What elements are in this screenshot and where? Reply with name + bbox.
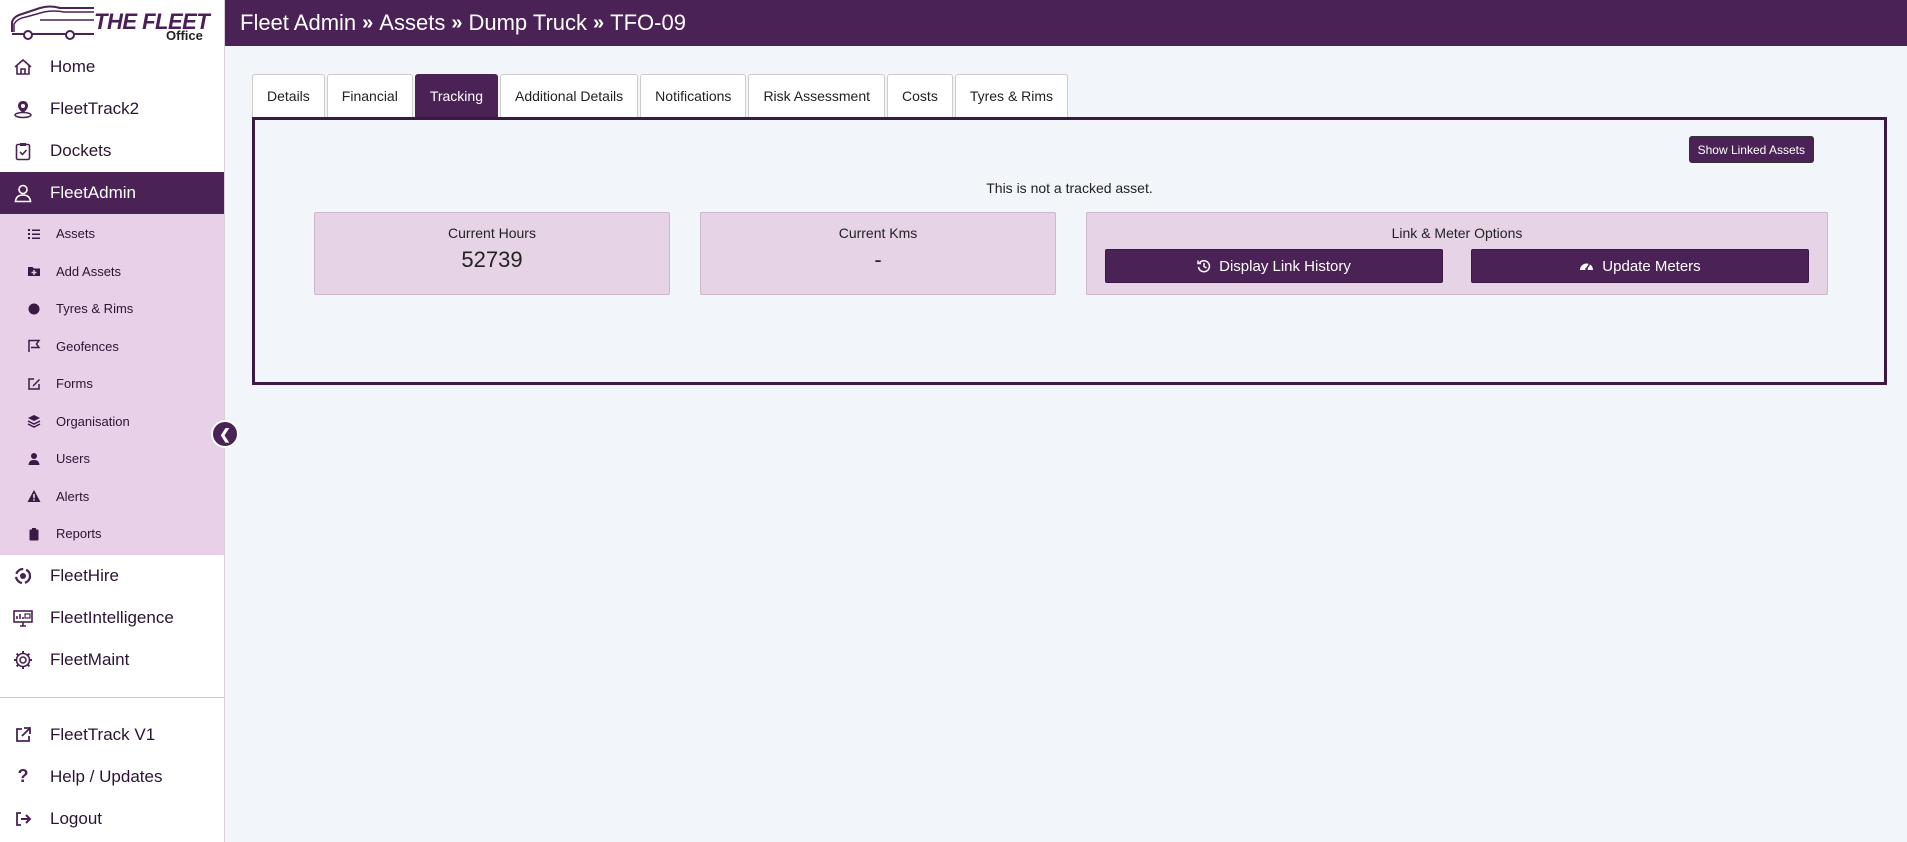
logo[interactable]: THE FLEET Office [0, 0, 224, 46]
sidebar-item-fleetintelligence[interactable]: FleetIntelligence [0, 597, 224, 639]
asset-tabs: Details Financial Tracking Additional De… [252, 74, 1070, 117]
breadcrumb-item[interactable]: Assets [379, 10, 445, 36]
breadcrumb-separator-icon: » [451, 11, 463, 34]
sidebar-item-label: Home [50, 57, 96, 76]
sidebar: THE FLEET Office Home FleetTrack2 Docket… [0, 0, 225, 842]
breadcrumb: Fleet Admin » Assets » Dump Truck » TFO-… [225, 0, 1907, 46]
question-icon: ? [17, 766, 29, 786]
sidebar-item-label: FleetMaint [50, 649, 130, 669]
history-icon [1197, 259, 1211, 273]
truck-logo-icon [11, 5, 94, 40]
warning-icon [27, 489, 41, 503]
breadcrumb-separator-icon: » [593, 11, 605, 34]
update-meters-label: Update Meters [1602, 257, 1701, 275]
current-kms-value: - [874, 247, 882, 272]
sidebar-scroll-cutoff [0, 681, 224, 695]
chevron-left-icon: ❮ [219, 425, 231, 442]
current-hours-card: Current Hours 52739 [314, 212, 670, 295]
current-hours-value: 52739 [461, 247, 523, 272]
breadcrumb-current: TFO-09 [610, 10, 686, 35]
monitor-chart-icon [12, 607, 34, 629]
submenu-item-label: Geofences [56, 338, 119, 354]
map-pin-icon [12, 98, 34, 120]
tab-additional-details[interactable]: Additional Details [500, 74, 639, 117]
tracking-panel: Show Linked Assets This is not a tracked… [252, 117, 1887, 385]
clipboard-icon [27, 527, 41, 541]
submenu-item-label: Reports [56, 526, 102, 542]
sidebar-collapse-button[interactable]: ❮ [211, 420, 239, 448]
list-icon [27, 227, 41, 241]
submenu-item-alerts[interactable]: Alerts [0, 478, 224, 516]
sidebar-item-label: FleetTrack V1 [50, 724, 156, 744]
sidebar-item-help-updates[interactable]: ? Help / Updates [0, 756, 224, 798]
user-icon [27, 452, 41, 466]
tab-notifications[interactable]: Notifications [640, 74, 747, 117]
breadcrumb-separator-icon: » [362, 11, 374, 34]
sidebar-item-fleettrack2[interactable]: FleetTrack2 [0, 88, 224, 130]
folder-plus-icon [27, 264, 41, 278]
submenu-item-geofences[interactable]: Geofences [0, 328, 224, 366]
submenu-item-label: Alerts [56, 488, 90, 504]
submenu-item-label: Add Assets [56, 263, 122, 279]
sidebar-item-label: FleetIntelligence [50, 607, 174, 627]
current-kms-label: Current Kms [838, 225, 918, 241]
show-linked-assets-button[interactable]: Show Linked Assets [1688, 136, 1814, 163]
sidebar-item-fleethire[interactable]: FleetHire [0, 555, 224, 597]
user-icon [12, 182, 34, 204]
sidebar-item-label: Help / Updates [50, 766, 163, 786]
recycle-icon [12, 565, 34, 587]
update-meters-button[interactable]: Update Meters [1471, 249, 1809, 283]
submenu-item-label: Users [56, 451, 90, 467]
tracking-status-message: This is not a tracked asset. [986, 180, 1153, 196]
tab-tracking[interactable]: Tracking [414, 74, 498, 117]
submenu-item-forms[interactable]: Forms [0, 365, 224, 403]
home-icon [12, 56, 34, 78]
flag-icon [27, 339, 41, 353]
sidebar-item-logout[interactable]: Logout [0, 798, 224, 840]
tab-costs[interactable]: Costs [887, 74, 953, 117]
sidebar-item-label: FleetAdmin [50, 183, 136, 202]
breadcrumb-item[interactable]: Dump Truck [468, 10, 587, 36]
sidebar-item-label: Dockets [50, 141, 112, 160]
link-meter-options-card: Link & Meter Options Display Link Histor… [1086, 212, 1828, 295]
submenu-item-users[interactable]: Users [0, 440, 224, 478]
circle-icon [27, 302, 41, 316]
display-link-history-label: Display Link History [1219, 257, 1351, 275]
breadcrumb-item[interactable]: Fleet Admin [240, 10, 356, 36]
tab-risk-assessment[interactable]: Risk Assessment [748, 74, 886, 117]
external-link-icon [12, 724, 34, 746]
tab-details[interactable]: Details [252, 74, 325, 117]
sidebar-item-home[interactable]: Home [0, 46, 224, 88]
clipboard-check-icon [12, 140, 34, 162]
submenu-item-assets[interactable]: Assets [0, 215, 224, 253]
sidebar-item-label: Logout [50, 808, 102, 828]
display-link-history-button[interactable]: Display Link History [1105, 249, 1443, 283]
submenu-item-label: Assets [56, 226, 96, 242]
submenu-item-add-assets[interactable]: Add Assets [0, 253, 224, 291]
fleetadmin-submenu: Assets Add Assets Tyres & Rims Geofences… [0, 214, 224, 555]
gauge-icon [1579, 259, 1594, 273]
tab-tyres-rims[interactable]: Tyres & Rims [954, 74, 1069, 117]
submenu-item-organisation[interactable]: Organisation [0, 403, 224, 441]
sidebar-item-fleettrack-v1[interactable]: FleetTrack V1 [0, 714, 224, 756]
gear-icon [12, 649, 34, 671]
sidebar-item-fleetadmin[interactable]: FleetAdmin [0, 172, 224, 214]
sidebar-item-fleetmaint[interactable]: FleetMaint [0, 639, 224, 681]
submenu-item-label: Forms [56, 376, 93, 392]
submenu-item-label: Organisation [56, 413, 130, 429]
edit-icon [27, 377, 41, 391]
submenu-item-tyres-rims[interactable]: Tyres & Rims [0, 290, 224, 328]
sidebar-item-label: FleetHire [50, 565, 119, 585]
submenu-item-reports[interactable]: Reports [0, 515, 224, 553]
link-meter-options-label: Link & Meter Options [1391, 225, 1523, 241]
sidebar-item-label: FleetTrack2 [50, 99, 140, 118]
tab-financial[interactable]: Financial [326, 74, 413, 117]
layers-icon [27, 414, 41, 429]
current-kms-card: Current Kms - [700, 212, 1056, 295]
logo-subtitle: Office [166, 28, 203, 43]
logout-icon [12, 808, 34, 830]
submenu-item-label: Tyres & Rims [56, 301, 134, 317]
sidebar-item-dockets[interactable]: Dockets [0, 130, 224, 172]
current-hours-label: Current Hours [448, 225, 536, 241]
